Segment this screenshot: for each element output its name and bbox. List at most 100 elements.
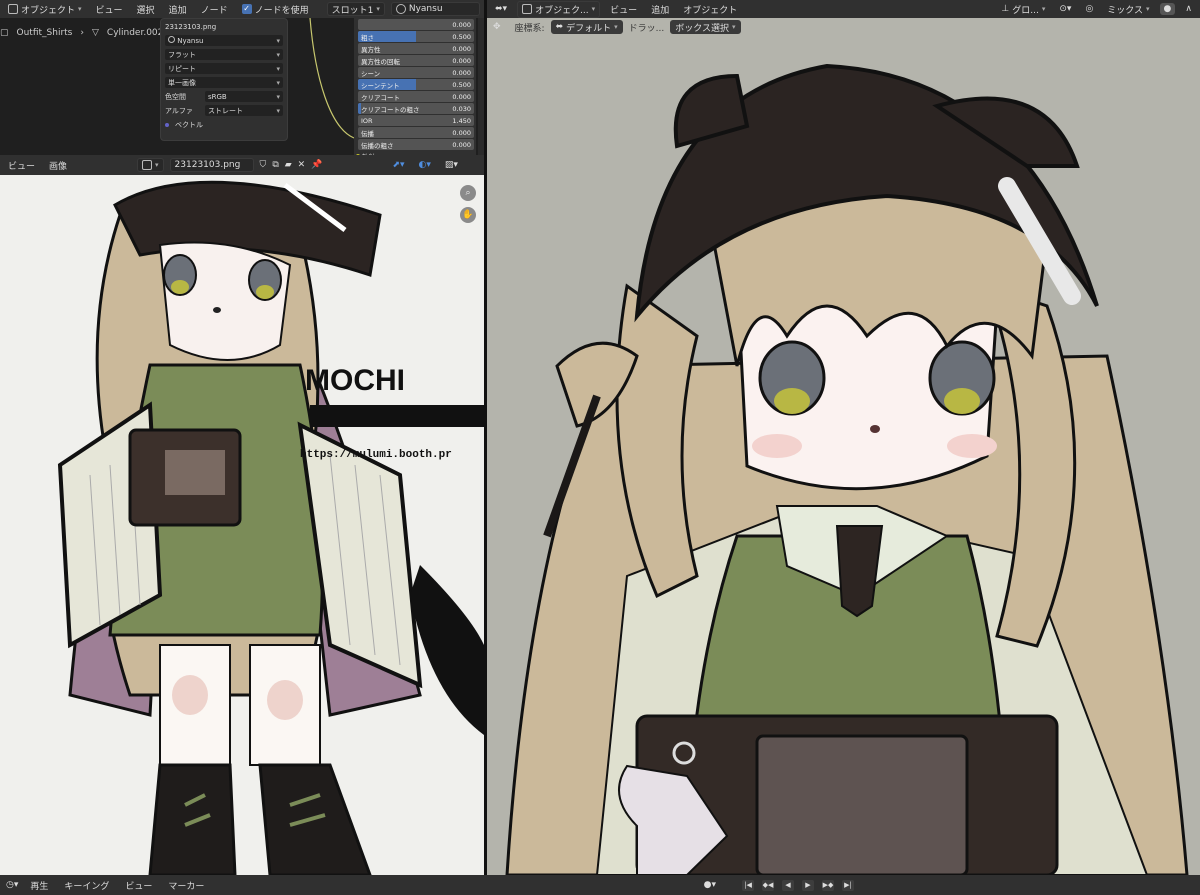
bsdf-property-value: 0.000: [452, 44, 471, 53]
bsdf-property-row[interactable]: シーン 0.000: [358, 67, 474, 78]
snap-icon[interactable]: ◎: [1081, 3, 1097, 15]
folder-icon[interactable]: ▰: [285, 160, 292, 170]
material-field[interactable]: Nyansu ▾: [165, 35, 283, 46]
menu-view-3d[interactable]: ビュー: [606, 2, 641, 17]
alpha-dropdown[interactable]: ストレート ▾: [205, 105, 283, 116]
object-mode-icon: [8, 4, 18, 14]
image-name-field[interactable]: 23123103.png: [165, 23, 216, 31]
color-space-dropdown[interactable]: sRGB ▾: [205, 91, 283, 102]
bsdf-property-label: クリアコートの粗さ: [361, 105, 420, 114]
image-name-field[interactable]: 23123103.png: [169, 158, 254, 172]
bsdf-property-row[interactable]: 伝播 0.000: [358, 127, 474, 138]
play-icon[interactable]: ▶: [802, 879, 814, 891]
close-icon[interactable]: ✕: [298, 160, 306, 170]
bsdf-property-row[interactable]: IOR 1.450: [358, 115, 474, 126]
image-editor-header: ビュー 画像 ▾ 23123103.png ⛉ ⧉ ▰ ✕ 📌 ⬈▾ ◐▾ ▨▾: [0, 155, 484, 175]
image-icon: [142, 160, 153, 170]
bsdf-property-row[interactable]: 0.000: [358, 19, 474, 30]
editor-type-icon[interactable]: ◷▾: [6, 880, 18, 890]
character-render: [487, 36, 1200, 875]
brand-text: MOCHI: [305, 364, 405, 397]
bsdf-property-label: 伝播: [361, 129, 374, 138]
bsdf-property-row[interactable]: シーンテント 0.500: [358, 79, 474, 90]
menu-add-3d[interactable]: 追加: [647, 2, 673, 17]
pivot-button[interactable]: ⊙▾: [1055, 3, 1075, 15]
projection-dropdown[interactable]: 単一画像 ▾: [165, 77, 283, 88]
transform-orientation[interactable]: ⊥ グロ... ▾: [997, 2, 1049, 17]
url-text: https://mulumi.booth.pr: [300, 449, 452, 461]
mode-selector[interactable]: オブジェクト ▾: [4, 2, 86, 17]
menu-keying[interactable]: キーイング: [60, 878, 113, 893]
jump-end-icon[interactable]: ▶|: [842, 879, 854, 891]
object-icon: ▢: [0, 28, 9, 38]
menu-marker[interactable]: マーカー: [164, 878, 208, 893]
zoom-icon[interactable]: ⌕: [460, 185, 476, 201]
object-mode-icon: [522, 4, 533, 14]
viewport-mode-selector[interactable]: オブジェク... ▾: [517, 0, 601, 18]
menu-playback[interactable]: 再生: [26, 878, 52, 893]
bsdf-property-label: 異方性の回転: [361, 57, 400, 66]
bsdf-property-value: 0.500: [452, 32, 471, 41]
bsdf-property-value: 0.000: [452, 20, 471, 29]
menu-add[interactable]: 追加: [165, 2, 191, 17]
axis-icon: ⊥: [1001, 4, 1010, 14]
vector-socket[interactable]: [165, 122, 169, 127]
proportional-edit-button[interactable]: ●: [1159, 3, 1176, 15]
material-sphere-icon: [168, 36, 175, 43]
node-link: [309, 18, 355, 139]
menu-node[interactable]: ノード: [197, 2, 232, 17]
play-reverse-icon[interactable]: ◀: [782, 879, 794, 891]
image-texture-node[interactable]: 23123103.png Nyansu ▾ フラット ▾ リピート ▾ 単一画像 ▾ 色…: [160, 18, 288, 141]
bsdf-property-row[interactable]: 伝播の粗さ 0.000: [358, 139, 474, 150]
display-channels-button[interactable]: ▨▾: [441, 159, 462, 171]
image-editor-canvas[interactable]: MOCHI https://mulumi.booth.pr ⌕ ✋: [0, 175, 484, 875]
principled-bsdf-node[interactable]: 0.000 粗さ 0.500 異方性 0.000 異方性の回転 0.000 シーン 0.000 シ…: [354, 18, 476, 155]
shield-icon[interactable]: ⛉: [260, 160, 267, 170]
slot-dropdown[interactable]: スロット1 ▾: [326, 2, 385, 16]
menu-view-image[interactable]: ビュー: [4, 158, 39, 173]
menu-select[interactable]: 選択: [133, 2, 159, 17]
node-editor[interactable]: ▢ Outfit_Shirts › ▽ Cylinder.002 2312310…: [0, 18, 484, 155]
breadcrumb-object: Outfit_Shirts: [16, 28, 73, 38]
editor-type-button[interactable]: ⬌▾: [491, 3, 511, 15]
checkbox-icon: ✓: [241, 4, 252, 14]
timeline-header: ◷▾ 再生 キーイング ビュー マーカー ●▾ |◀ ◆◀ ◀ ▶ ▶◆ ▶|: [0, 875, 1200, 895]
extension-dropdown[interactable]: リピート ▾: [165, 63, 283, 74]
menu-view[interactable]: ビュー: [92, 2, 127, 17]
overlay-button[interactable]: ◐▾: [415, 159, 435, 171]
bsdf-property-row[interactable]: 粗さ 0.500: [358, 31, 474, 42]
bsdf-property-value: 0.030: [452, 104, 471, 113]
jump-start-icon[interactable]: |◀: [742, 879, 754, 891]
uv-sync-button[interactable]: ⬈▾: [388, 159, 408, 171]
shading-dropdown[interactable]: ミックス ▾: [1103, 2, 1153, 17]
orientation-dropdown[interactable]: ⬌ デフォルト ▾: [550, 20, 623, 34]
bsdf-property-value: 0.000: [452, 56, 471, 65]
select-mode-dropdown[interactable]: ボックス選択 ▾: [670, 20, 741, 34]
prev-keyframe-icon[interactable]: ◆◀: [762, 879, 774, 891]
bsdf-property-label: 異方性: [361, 45, 381, 54]
bsdf-property-value: 0.000: [452, 128, 471, 137]
bsdf-property-label: シーン: [361, 69, 381, 78]
mesh-icon: ▽: [91, 28, 99, 38]
pan-hand-icon[interactable]: ✋: [460, 207, 476, 223]
menu-image[interactable]: 画像: [45, 158, 71, 173]
bsdf-property-row[interactable]: クリアコートの粗さ 0.030: [358, 103, 474, 114]
menu-object-3d[interactable]: オブジェクト: [679, 2, 741, 17]
move-icon[interactable]: ✥: [493, 22, 501, 32]
menu-view-timeline[interactable]: ビュー: [121, 878, 156, 893]
use-nodes-toggle[interactable]: ✓ ノードを使用: [238, 2, 313, 17]
image-browse[interactable]: ▾: [137, 158, 164, 172]
record-icon[interactable]: ●▾: [704, 880, 716, 890]
bsdf-property-row[interactable]: 異方性 0.000: [358, 43, 474, 54]
bsdf-property-row[interactable]: 異方性の回転 0.000: [358, 55, 474, 66]
3d-viewport[interactable]: ✥ 座標系: ⬌ デフォルト ▾ ドラッ... ボックス選択 ▾: [487, 18, 1200, 875]
alpha-label: アルファ: [165, 106, 193, 115]
interpolation-dropdown[interactable]: フラット ▾: [165, 49, 283, 60]
pin-icon[interactable]: 📌: [311, 160, 322, 170]
falloff-icon[interactable]: ∧: [1181, 3, 1196, 15]
material-selector[interactable]: Nyansu: [390, 2, 480, 16]
bsdf-property-row[interactable]: クリアコート 0.000: [358, 91, 474, 102]
next-keyframe-icon[interactable]: ▶◆: [822, 879, 834, 891]
copy-icon[interactable]: ⧉: [272, 160, 278, 170]
viewport-header: ⬌▾ オブジェク... ▾ ビュー 追加 オブジェクト ⊥ グロ... ▾ ⊙▾ ◎ …: [487, 0, 1200, 18]
